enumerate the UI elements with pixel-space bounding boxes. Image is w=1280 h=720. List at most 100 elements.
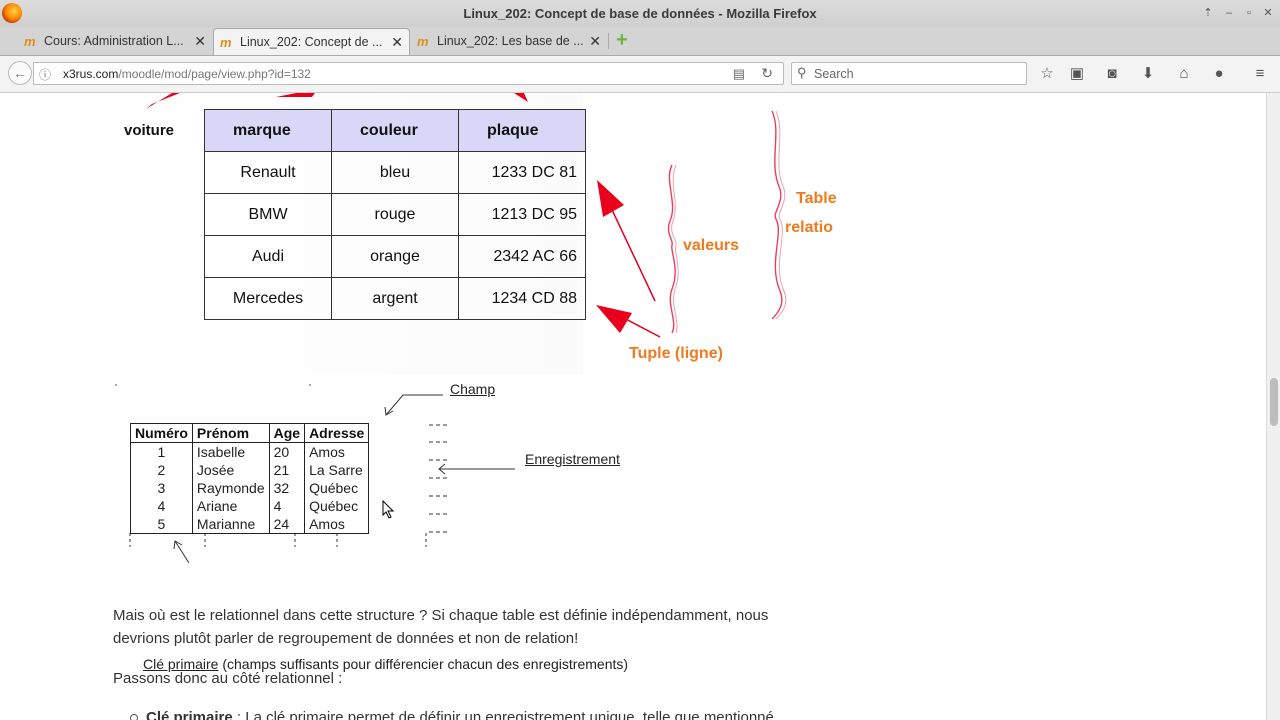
label-relation: relatio: [785, 219, 834, 236]
row-label-voiture: voiture: [124, 122, 175, 139]
tab-separator: [608, 33, 609, 49]
label-tuple: Tuple (ligne): [629, 345, 723, 362]
search-placeholder: Search: [814, 67, 854, 81]
tab-close-icon[interactable]: ✕: [391, 34, 403, 51]
partial-arrow-top-left: [146, 93, 180, 109]
label-enregistrement: Enregistrement: [525, 451, 620, 467]
table-row: BMW rouge 1213 DC 95: [204, 193, 586, 236]
pocket-icon[interactable]: ◙: [1102, 65, 1122, 83]
bullet-rest-text: : La clé primaire permet de définir un e…: [232, 709, 774, 720]
cell-marque: Audi: [204, 235, 332, 278]
navigation-toolbar: ← ⓘ x3rus.com/moodle/mod/page/view.php?i…: [0, 56, 1280, 93]
back-button[interactable]: ←: [8, 61, 32, 85]
cell-age: 20: [268, 442, 306, 461]
moodle-icon: m: [220, 35, 232, 50]
tab-close-icon[interactable]: ✕: [194, 33, 206, 50]
table-header-row: marque couleur plaque: [204, 109, 586, 152]
maximize-button[interactable]: ▫: [1240, 5, 1258, 21]
voiture-table: marque couleur plaque Renault bleu 1233 …: [204, 109, 586, 320]
arrow-valeurs-head: [597, 180, 624, 217]
header-age: Age: [268, 423, 306, 443]
bullet-bold-text: Clé primaire: [146, 709, 233, 720]
cell-plaque: 2342 AC 66: [458, 235, 586, 278]
cell-adresse: La Sarre: [304, 461, 370, 479]
cell-marque: Renault: [204, 151, 332, 194]
reader-view-icon[interactable]: ▤: [733, 66, 745, 82]
url-domain: x3rus.com: [63, 67, 119, 81]
tab-les-base-de[interactable]: m Linux_202: Les base de ... ✕: [411, 28, 607, 55]
cell-plaque: 1213 DC 95: [458, 193, 586, 236]
cell-numero: 5: [130, 515, 193, 534]
cell-adresse: Amos: [304, 515, 370, 534]
cell-age: 32: [268, 479, 306, 497]
arrow-tuple-head: [596, 305, 632, 333]
header-marque: marque: [204, 109, 332, 152]
new-tab-button[interactable]: +: [616, 30, 634, 50]
cell-numero: 2: [130, 461, 193, 479]
vertical-scrollbar[interactable]: [1266, 93, 1280, 720]
cell-couleur: bleu: [331, 151, 459, 194]
search-input[interactable]: ⚲ Search: [791, 62, 1027, 85]
partial-arrow-top-right: [514, 93, 528, 102]
header-plaque: plaque: [458, 109, 586, 152]
page-info-icon[interactable]: ⓘ: [39, 66, 51, 83]
url-path: /moodle/mod/page/view.php?id=132: [118, 67, 311, 81]
paragraph-passons: Passons donc au côté relationnel :: [113, 670, 343, 687]
moodle-icon: m: [417, 34, 429, 49]
moodle-icon: m: [24, 34, 36, 49]
cell-plaque: 1233 DC 81: [458, 151, 586, 194]
cell-prenom: Ariane: [191, 497, 270, 515]
hamburger-menu-icon[interactable]: ≡: [1250, 65, 1270, 83]
cell-adresse: Québec: [304, 497, 370, 515]
cle-arrow-line: [174, 540, 190, 563]
brace-table: [771, 110, 783, 320]
label-champ: Champ: [450, 381, 496, 397]
tab-cours-administration[interactable]: m Cours: Administration L... ✕: [18, 28, 212, 55]
header-couleur: couleur: [331, 109, 459, 152]
cell-couleur: orange: [331, 235, 459, 278]
table-row: 4 Ariane 4 Québec: [130, 497, 370, 515]
header-prenom: Prénom: [191, 423, 270, 443]
home-icon[interactable]: ⌂: [1174, 65, 1194, 83]
bookmark-star-icon[interactable]: ☆: [1037, 65, 1057, 83]
label-table: Table: [796, 190, 837, 207]
reload-icon[interactable]: ↻: [761, 65, 773, 82]
tab-close-icon[interactable]: ✕: [589, 33, 601, 50]
table-row: Mercedes argent 1234 CD 88: [204, 277, 586, 320]
cell-numero: 3: [130, 479, 193, 497]
bookmarks-menu-icon[interactable]: ▣: [1067, 65, 1087, 83]
url-text[interactable]: x3rus.com/moodle/mod/page/view.php?id=13…: [63, 67, 311, 81]
table-row: 5 Marianne 24 Amos: [130, 515, 370, 534]
cell-plaque: 1234 CD 88: [458, 277, 586, 320]
cell-adresse: Québec: [304, 479, 370, 497]
tab-concept-base-donnees[interactable]: m Linux_202: Concept de ... ✕: [213, 28, 410, 55]
cell-couleur: argent: [331, 277, 459, 320]
table-row: 2 Josée 21 La Sarre: [130, 461, 370, 479]
window-up-icon[interactable]: ⇡: [1199, 5, 1217, 21]
table-row: Renault bleu 1233 DC 81: [204, 151, 586, 194]
arrow-valeurs-line: [605, 196, 656, 302]
header-adresse: Adresse: [304, 423, 370, 443]
tab-label: Cours: Administration L...: [44, 34, 184, 48]
cell-numero: 1: [130, 442, 193, 461]
page-content: voiture marque couleur plaque Renault bl…: [0, 93, 1266, 720]
cell-age: 4: [268, 497, 306, 515]
cell-prenom: Isabelle: [191, 442, 270, 461]
table-row: Audi orange 2342 AC 66: [204, 235, 586, 278]
minimize-button[interactable]: –: [1220, 5, 1238, 21]
close-window-button[interactable]: ✕: [1259, 5, 1277, 21]
list-item-cle-primaire: Clé primaire : La clé primaire permet de…: [130, 709, 774, 720]
cell-prenom: Raymonde: [191, 479, 270, 497]
cell-marque: Mercedes: [204, 277, 332, 320]
chat-icon[interactable]: ●: [1209, 65, 1229, 83]
tab-label: Linux_202: Les base de ...: [437, 34, 584, 48]
window-title: Linux_202: Concept de base de données - …: [463, 6, 817, 21]
bullet-circle-icon: [130, 714, 138, 720]
tab-bar: m Cours: Administration L... ✕ m Linux_2…: [0, 27, 1280, 56]
url-bar[interactable]: ⓘ x3rus.com/moodle/mod/page/view.php?id=…: [33, 62, 784, 85]
scrollbar-thumb[interactable]: [1270, 378, 1278, 426]
personnes-table: Numéro Prénom Age Adresse 1 Isabelle 20 …: [130, 423, 370, 534]
table-row: 3 Raymonde 32 Québec: [130, 479, 370, 497]
partial-arrow-top-mid: [276, 93, 315, 97]
downloads-icon[interactable]: ⬇: [1138, 65, 1158, 83]
